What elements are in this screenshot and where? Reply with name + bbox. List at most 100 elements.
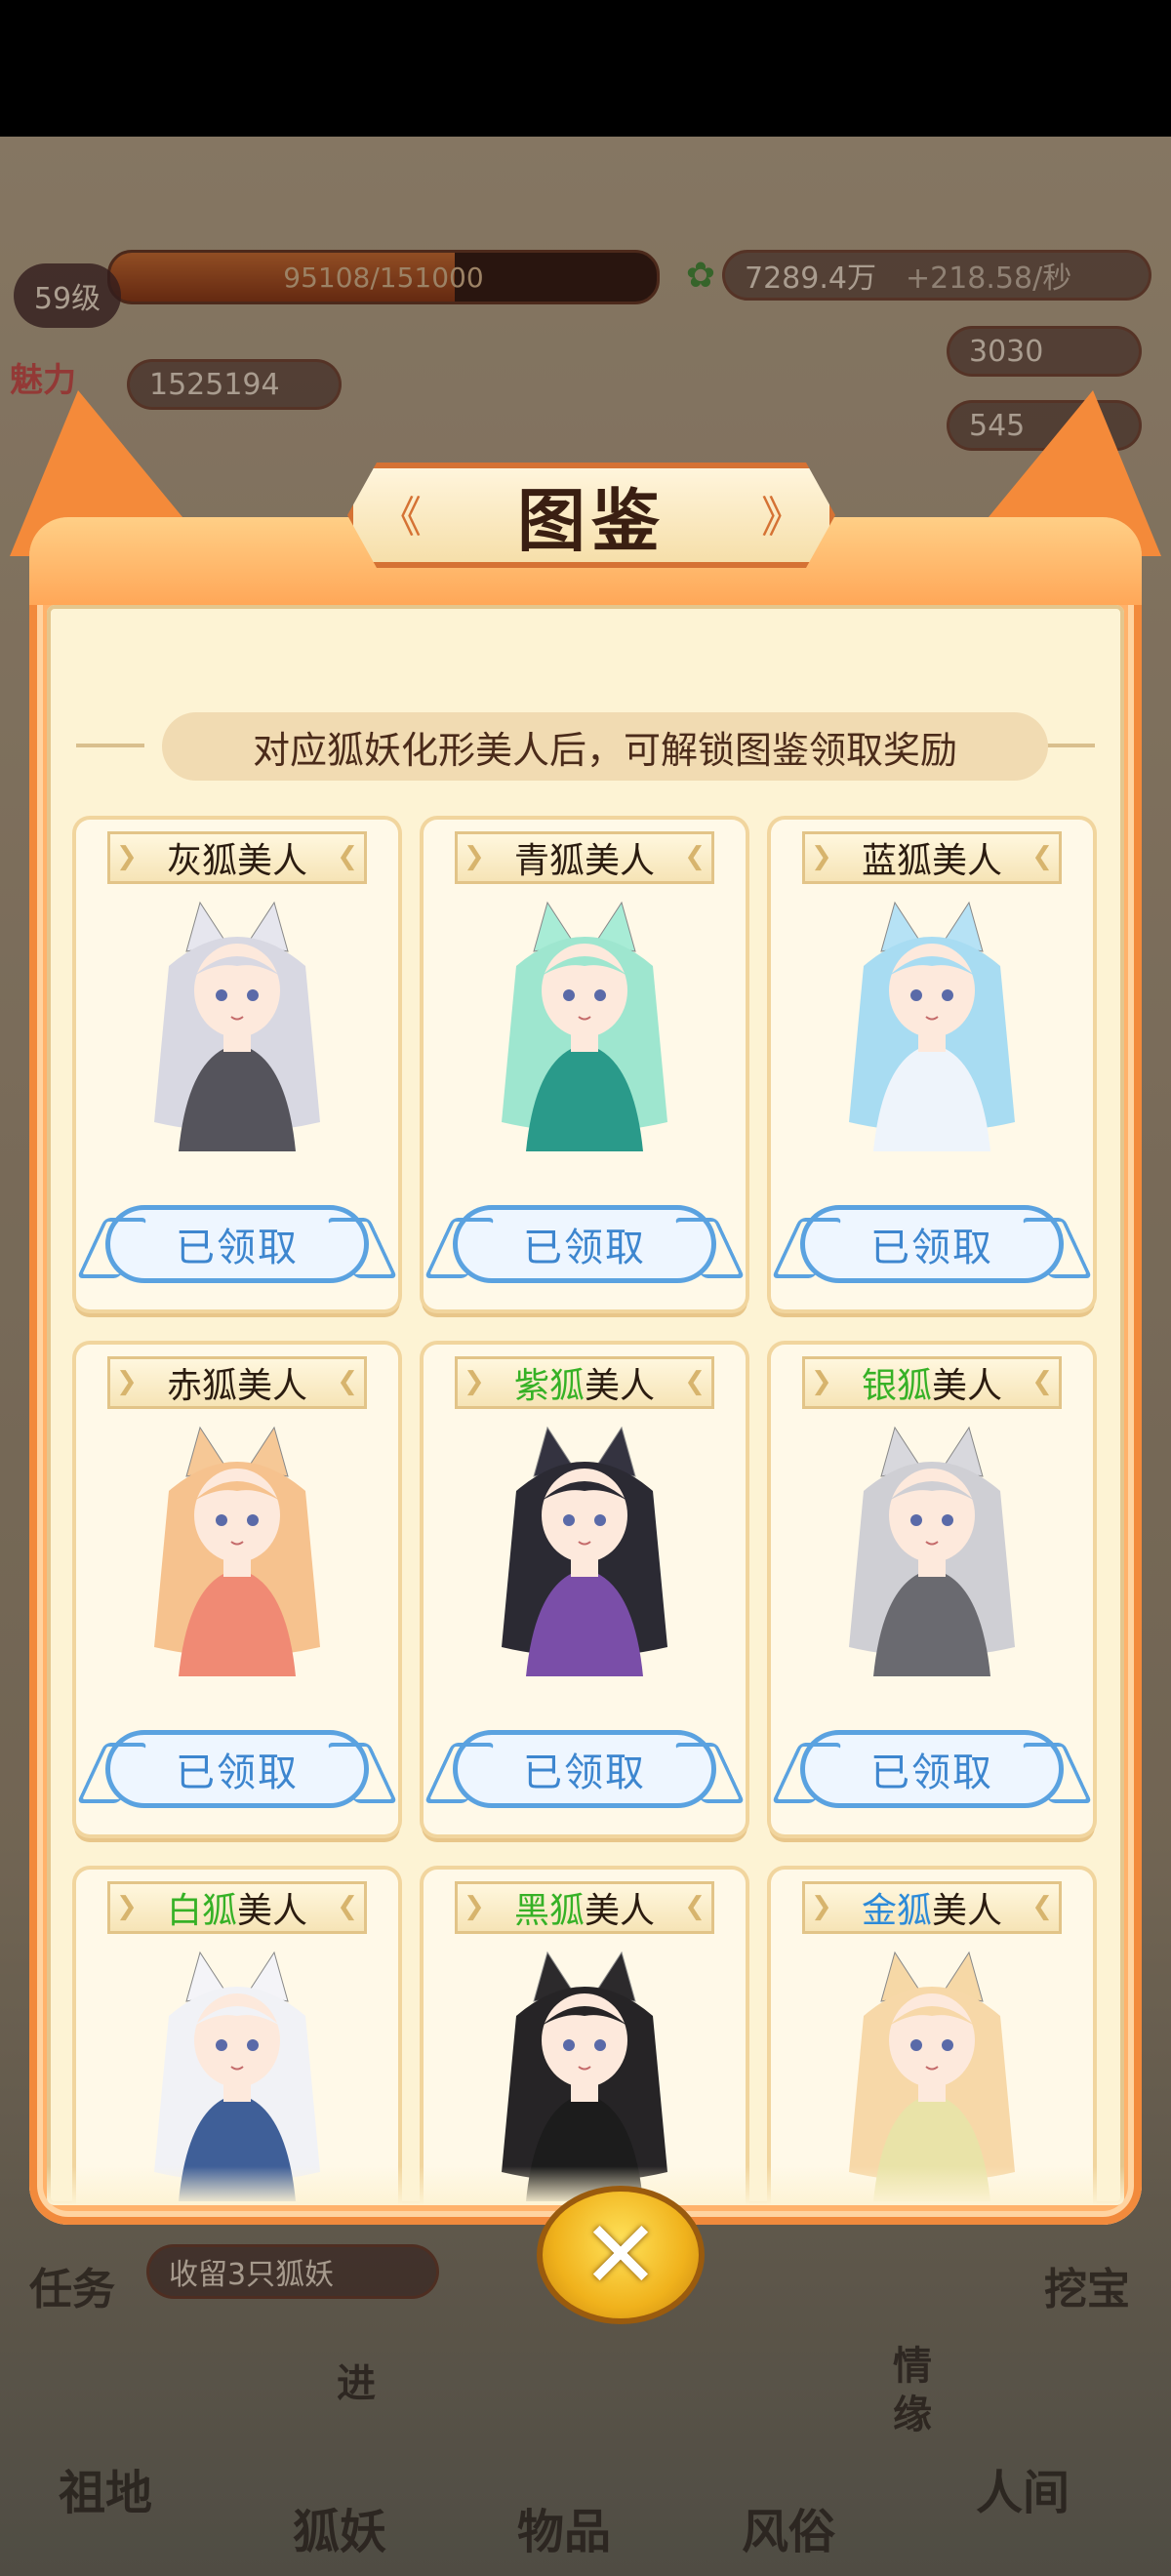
collection-card: ❯白狐美人❮已领取: [76, 1870, 398, 2205]
eye-right: [247, 1514, 259, 1526]
neck: [223, 2082, 251, 2102]
eye-left: [910, 1514, 922, 1526]
eye-left: [216, 989, 227, 1001]
eye-left: [563, 2039, 575, 2051]
eye-left: [216, 2039, 227, 2051]
title-tip-right-icon: ❮: [337, 1892, 358, 1921]
collection-card: ❯ 紫狐 美人 ❮ 已领取: [424, 1345, 746, 1834]
title-tip-left-icon: ❯: [464, 1892, 485, 1921]
card-title-suffix: 美人: [585, 1891, 656, 1931]
neck: [918, 1557, 946, 1577]
claimed-button[interactable]: 已领取: [453, 1730, 716, 1808]
fox-beauty-portrait: [154, 1426, 320, 1676]
claimed-button[interactable]: 已领取: [800, 1730, 1064, 1808]
card-title-suffix: 美人: [237, 841, 308, 881]
title-tip-right-icon: ❮: [337, 842, 358, 871]
chevron-left-icon: 《: [379, 493, 422, 543]
fox-beauty-portrait: [154, 901, 320, 1151]
close-x-icon: ✕: [581, 2200, 661, 2310]
card-title: ❯ 金狐 美人 ❮: [802, 1881, 1062, 1934]
collection-card: ❯ 蓝狐 美人 ❮ 已领取: [771, 820, 1093, 1309]
card-title: ❯ 青狐 美人 ❮: [455, 831, 714, 884]
fox-beauty-portrait: [502, 901, 667, 1151]
collection-card: ❯金狐美人❮已领取: [771, 1870, 1093, 2205]
eye-left: [563, 989, 575, 1001]
eye-right: [594, 2039, 606, 2051]
title-tip-left-icon: ❯: [116, 842, 138, 871]
eye-left: [910, 989, 922, 1001]
fox-beauty-portrait: [502, 1951, 667, 2201]
title-tip-right-icon: ❮: [684, 1892, 706, 1921]
collection-card: ❯ 青狐 美人 ❮ 已领取: [424, 820, 746, 1309]
card-title: ❯ 白狐 美人 ❮: [107, 1881, 367, 1934]
neck: [918, 1032, 946, 1052]
neck: [223, 1032, 251, 1052]
title-tip-left-icon: ❯: [464, 1367, 485, 1396]
dialog-frame: 对应狐妖化形美人后，可解锁图鉴领取奖励 ❯ 灰狐 美人 ❮ 已领取 ❯ 青狐 美人 ❮ 已领取 ❯ 蓝…: [29, 463, 1142, 2225]
neck: [918, 2082, 946, 2102]
fox-beauty-portrait: [849, 1951, 1015, 2201]
fox-beauty-portrait: [502, 1426, 667, 1676]
card-title-prefix: 赤狐: [166, 1366, 237, 1406]
eye-left: [910, 2039, 922, 2051]
claimed-button[interactable]: 已领取: [105, 1730, 369, 1808]
card-title-suffix: 美人: [932, 841, 1003, 881]
card-title: ❯ 灰狐 美人 ❮: [107, 831, 367, 884]
close-button[interactable]: ✕: [537, 2186, 705, 2324]
eye-right: [594, 989, 606, 1001]
title-tip-left-icon: ❯: [811, 1367, 832, 1396]
title-tip-right-icon: ❮: [684, 1367, 706, 1396]
eye-right: [942, 1514, 953, 1526]
eye-right: [942, 2039, 953, 2051]
card-title-prefix: 白狐: [166, 1891, 237, 1931]
card-title-suffix: 美人: [237, 1891, 308, 1931]
dialog-title: 图鉴: [517, 479, 666, 561]
card-title-suffix: 美人: [932, 1891, 1003, 1931]
fox-beauty-portrait: [154, 1951, 320, 2201]
title-tip-right-icon: ❮: [684, 842, 706, 871]
card-title-prefix: 蓝狐: [861, 841, 932, 881]
fox-beauty-portrait: [849, 1426, 1015, 1676]
eye-left: [216, 1514, 227, 1526]
title-tip-left-icon: ❯: [811, 842, 832, 871]
card-title-prefix: 黑狐: [513, 1891, 585, 1931]
card-title-prefix: 灰狐: [166, 841, 237, 881]
neck: [223, 1557, 251, 1577]
title-tip-left-icon: ❯: [464, 842, 485, 871]
claimed-button[interactable]: 已领取: [800, 1205, 1064, 1283]
eye-right: [942, 989, 953, 1001]
neck: [571, 1557, 598, 1577]
dialog-subtitle: 对应狐妖化形美人后，可解锁图鉴领取奖励: [162, 712, 1048, 781]
chevron-right-icon: 》: [761, 493, 804, 543]
title-tip-left-icon: ❯: [116, 1892, 138, 1921]
status-bar: [0, 0, 1171, 137]
fox-beauty-portrait: [849, 901, 1015, 1151]
card-title-suffix: 美人: [237, 1366, 308, 1406]
collection-card: ❯ 银狐 美人 ❮ 已领取: [771, 1345, 1093, 1834]
card-title-suffix: 美人: [932, 1366, 1003, 1406]
card-title: ❯ 黑狐 美人 ❮: [455, 1881, 714, 1934]
card-title: ❯ 赤狐 美人 ❮: [107, 1356, 367, 1409]
card-title-prefix: 金狐: [861, 1891, 932, 1931]
title-tip-left-icon: ❯: [116, 1367, 138, 1396]
title-plate: 《 图鉴 》: [347, 463, 835, 568]
eye-right: [247, 2039, 259, 2051]
title-tip-right-icon: ❮: [1031, 842, 1053, 871]
card-title-prefix: 银狐: [861, 1366, 932, 1406]
claimed-button[interactable]: 已领取: [105, 1205, 369, 1283]
collection-card: ❯黑狐美人❮已领取: [424, 1870, 746, 2205]
title-tip-right-icon: ❮: [1031, 1367, 1053, 1396]
card-title-suffix: 美人: [585, 841, 656, 881]
dialog-body: 对应狐妖化形美人后，可解锁图鉴领取奖励 ❯ 灰狐 美人 ❮ 已领取 ❯ 青狐 美人 ❮ 已领取 ❯ 蓝…: [47, 605, 1124, 2205]
card-title: ❯ 银狐 美人 ❮: [802, 1356, 1062, 1409]
neck: [571, 1032, 598, 1052]
card-title-prefix: 紫狐: [513, 1366, 585, 1406]
collection-card: ❯ 灰狐 美人 ❮ 已领取: [76, 820, 398, 1309]
neck: [571, 2082, 598, 2102]
eye-left: [563, 1514, 575, 1526]
claimed-button[interactable]: 已领取: [453, 1205, 716, 1283]
collection-dialog: 对应狐妖化形美人后，可解锁图鉴领取奖励 ❯ 灰狐 美人 ❮ 已领取 ❯ 青狐 美人 ❮ 已领取 ❯ 蓝…: [10, 390, 1161, 2324]
card-title-prefix: 青狐: [513, 841, 585, 881]
eye-right: [247, 989, 259, 1001]
title-tip-right-icon: ❮: [1031, 1892, 1053, 1921]
